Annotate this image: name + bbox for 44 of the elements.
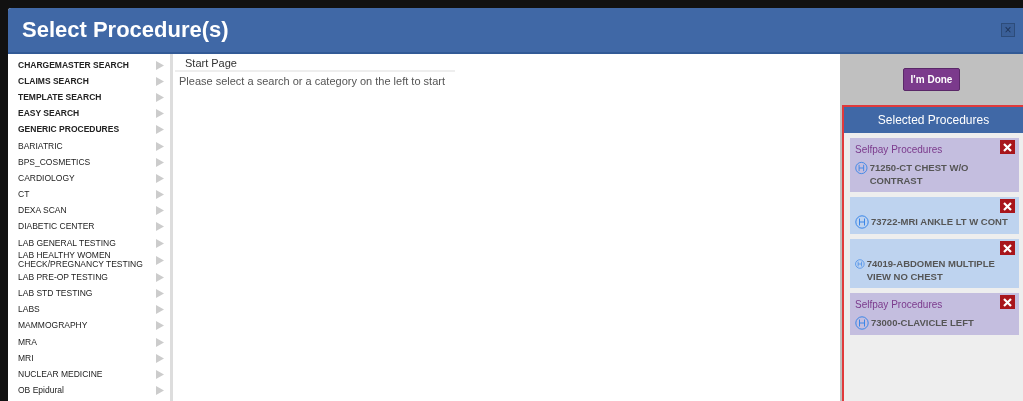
close-icon [1003,142,1012,152]
remove-button[interactable] [1000,295,1015,309]
sidebar-item[interactable]: LAB STD TESTING [18,289,93,299]
procedure-name: 73722-MRI ANKLE LT W CONT [871,215,1008,228]
sidebar-item[interactable]: BPS_COSMETICS [18,157,91,167]
close-icon [1003,297,1012,307]
sidebar-item[interactable]: LAB GENERAL TESTING [18,238,116,248]
instruction-text: Please select a search or a category on the left to start [178,74,446,87]
sidebar-item[interactable]: LAB HEALTHY WOMEN CHECK/PREGNANCY TESTING [18,251,148,270]
sidebar-item[interactable]: TEMPLATE SEARCH [18,92,102,102]
procedure-name: 74019-ABDOMEN MULTIPLE VIEW NO CHEST [866,257,996,283]
sidebar-item[interactable]: GENERIC PROCEDURES [18,125,120,135]
page-heading: Start Page [175,56,455,72]
group-label: Selfpay Procedures [855,144,943,155]
sidebar-item[interactable]: LAB PRE-OP TESTING [18,272,108,282]
procedure-name: 73000-CLAVICLE LEFT [871,316,974,329]
group-label: Selfpay Procedures [855,299,943,310]
sidebar-item[interactable]: EASY SEARCH [18,109,80,119]
close-icon [1003,201,1012,211]
circled-h-icon [855,161,868,175]
sidebar-item[interactable]: CHARGEMASTER SEARCH [18,60,129,70]
close-icon [1003,243,1012,253]
remove-button[interactable] [1000,199,1015,213]
sidebar-item[interactable]: OB Epidural [18,386,64,396]
sidebar-item[interactable]: DIABETIC CENTER [18,222,95,232]
sidebar-item[interactable]: MRA [18,337,37,347]
remove-button[interactable] [1000,241,1015,255]
sidebar-item[interactable]: BARIATRIC [18,141,63,151]
done-button[interactable]: I'm Done [902,68,961,91]
remove-button[interactable] [1000,140,1015,154]
procedure-name: 71250-CT CHEST W/O CONTRAST [869,161,970,187]
circled-h-icon [855,316,869,330]
sidebar-item[interactable]: CLAIMS SEARCH [18,76,89,86]
circled-h-icon [855,215,869,229]
window-title: Select Procedure(s) [22,17,229,43]
sidebar-item[interactable]: MAMMOGRAPHY [18,321,88,331]
sidebar-item[interactable]: MRI [18,353,34,363]
sidebar-item[interactable]: LABS [18,305,40,315]
panel-title: Selected Procedures [844,107,1023,133]
sidebar-item[interactable]: CARDIOLOGY [18,173,75,183]
circled-h-icon [855,257,865,271]
sidebar-item[interactable]: NUCLEAR MEDICINE [18,369,103,379]
sidebar-item[interactable]: DEXA SCAN [18,206,67,216]
sidebar-item[interactable]: CT [18,190,30,200]
